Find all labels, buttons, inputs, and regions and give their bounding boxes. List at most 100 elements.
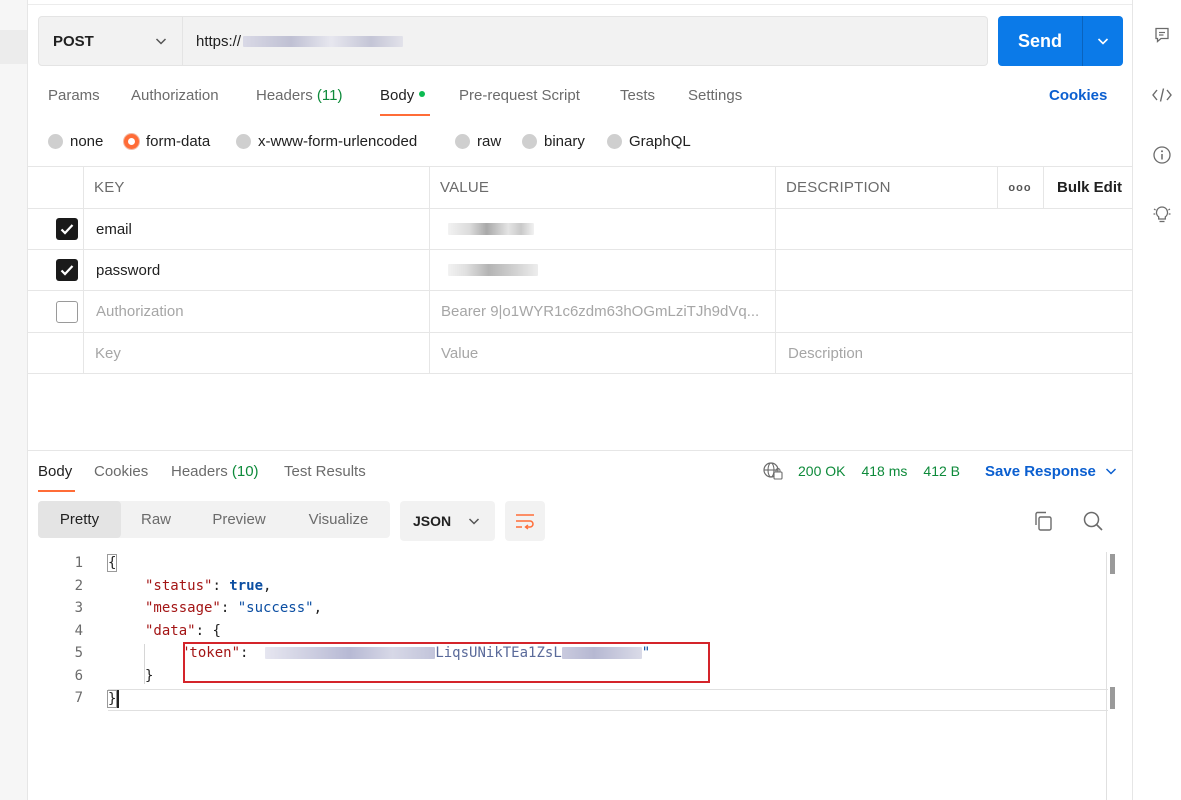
tab-authorization[interactable]: Authorization	[131, 80, 219, 116]
line-number: 5	[74, 645, 83, 661]
scrollbar-marker	[1110, 554, 1115, 574]
save-response-button[interactable]: Save Response	[985, 461, 1118, 481]
line-number: 2	[74, 578, 83, 594]
current-line-highlight	[108, 689, 1108, 711]
view-preview[interactable]: Preview	[191, 501, 287, 538]
line-number: 4	[74, 623, 83, 639]
wrap-lines-icon	[516, 514, 534, 530]
tab-label: Tests	[620, 87, 656, 104]
key-placeholder[interactable]: Key	[95, 333, 121, 373]
radio-circle	[522, 133, 537, 149]
cookies-link[interactable]: Cookies	[1049, 87, 1107, 104]
headers-count: (11)	[316, 87, 343, 104]
response-divider[interactable]	[28, 450, 1132, 451]
code-snippet-icon[interactable]	[1151, 84, 1173, 106]
editor-scrollbar[interactable]	[1106, 552, 1107, 800]
tab-params[interactable]: Params	[48, 80, 100, 116]
tab-label: Test Results	[284, 463, 366, 480]
param-key[interactable]: password	[96, 250, 160, 290]
more-options-icon[interactable]: ooo	[997, 167, 1043, 208]
view-raw[interactable]: Raw	[121, 501, 191, 538]
response-body-editor[interactable]: 1 2 3 4 5 6 7 { "status": true, "message…	[28, 552, 1132, 800]
tab-pre-request-script[interactable]: Pre-request Script	[459, 80, 580, 116]
code-line-1: {	[106, 554, 118, 572]
tab-headers[interactable]: Headers (11)	[256, 80, 342, 116]
response-tab-cookies[interactable]: Cookies	[94, 456, 148, 492]
send-button[interactable]: Send	[998, 16, 1123, 66]
radio-circle	[236, 133, 251, 149]
row-checkbox-checked[interactable]	[56, 218, 78, 240]
response-tab-body[interactable]: Body	[38, 456, 75, 492]
radio-graphql[interactable]: GraphQL	[607, 130, 691, 152]
table-header-row: KEY VALUE DESCRIPTION ooo Bulk Edit	[28, 166, 1132, 209]
url-input[interactable]: https://	[183, 16, 988, 66]
table-row: Authorization Bearer 9|o1WYR1c6zdm63hOGm…	[28, 291, 1132, 333]
scrollbar-marker	[1110, 687, 1115, 709]
response-size[interactable]: 412 B	[923, 463, 960, 479]
chevron-down-icon	[468, 518, 480, 525]
radio-binary[interactable]: binary	[522, 130, 585, 152]
chevron-down-icon	[1097, 38, 1109, 45]
url-text: https://	[196, 32, 242, 50]
tab-label: Headers	[256, 87, 313, 104]
response-tab-headers[interactable]: Headers (10)	[171, 456, 259, 492]
active-tab-underline	[38, 490, 75, 492]
copy-icon[interactable]	[1031, 509, 1055, 533]
info-icon[interactable]	[1151, 144, 1173, 166]
send-options-button[interactable]	[1083, 16, 1123, 66]
wrap-lines-button[interactable]	[505, 501, 545, 541]
description-placeholder[interactable]: Description	[788, 333, 863, 373]
tab-label: Authorization	[131, 87, 219, 104]
bulk-edit-button[interactable]: Bulk Edit	[1057, 167, 1122, 208]
table-row: email	[28, 209, 1132, 250]
line-number: 3	[74, 600, 83, 616]
tab-settings[interactable]: Settings	[688, 80, 742, 116]
radio-form-data[interactable]: form-data	[124, 130, 210, 152]
tab-body[interactable]: Body	[380, 80, 430, 116]
param-key[interactable]: Authorization	[96, 291, 184, 332]
radio-raw[interactable]: raw	[455, 130, 501, 152]
param-value[interactable]: Bearer 9|o1WYR1c6zdm63hOGmLziTJh9dVq...	[441, 291, 771, 332]
search-icon[interactable]	[1081, 509, 1105, 533]
row-checkbox-unchecked[interactable]	[56, 301, 78, 323]
radio-circle	[48, 133, 63, 149]
table-row-empty: Key Value Description	[28, 333, 1132, 374]
code-line-4: "data": {	[145, 623, 221, 639]
redacted-url	[243, 35, 404, 47]
save-response-label: Save Response	[985, 462, 1096, 480]
active-tab-underline	[380, 114, 430, 116]
table-row: password	[28, 250, 1132, 291]
globe-icon[interactable]	[762, 461, 784, 481]
radio-label: form-data	[146, 132, 211, 150]
line-number: 7	[74, 690, 83, 706]
format-select[interactable]: JSON	[400, 501, 495, 541]
code-line-6: }	[145, 668, 154, 684]
selected-item-edge	[0, 30, 27, 64]
response-time[interactable]: 418 ms	[861, 463, 907, 479]
response-tab-test-results[interactable]: Test Results	[284, 456, 366, 492]
code-line-2: "status": true,	[145, 578, 272, 594]
row-checkbox-checked[interactable]	[56, 259, 78, 281]
value-placeholder[interactable]: Value	[441, 333, 478, 373]
radio-label: GraphQL	[629, 132, 691, 150]
radio-none[interactable]: none	[48, 130, 103, 152]
tab-tests[interactable]: Tests	[620, 80, 655, 116]
view-pretty[interactable]: Pretty	[38, 501, 121, 538]
lightbulb-icon[interactable]	[1151, 204, 1173, 226]
radio-x-www-form-urlencoded[interactable]: x-www-form-urlencoded	[236, 130, 417, 152]
status-code[interactable]: 200 OK	[798, 463, 845, 479]
radio-circle	[455, 133, 470, 149]
param-value-redacted[interactable]	[448, 209, 534, 249]
chevron-down-icon	[155, 38, 167, 45]
left-sidebar-edge	[0, 0, 28, 800]
chevron-down-icon	[1105, 468, 1116, 475]
view-visualize[interactable]: Visualize	[287, 501, 390, 538]
param-key[interactable]: email	[96, 209, 132, 249]
method-select[interactable]: POST	[38, 16, 183, 66]
body-indicator-dot	[419, 91, 426, 98]
line-number: 6	[74, 668, 83, 684]
top-border	[28, 4, 1132, 5]
format-label: JSON	[413, 513, 452, 529]
comments-icon[interactable]	[1151, 24, 1173, 46]
param-value-redacted[interactable]	[448, 250, 538, 290]
